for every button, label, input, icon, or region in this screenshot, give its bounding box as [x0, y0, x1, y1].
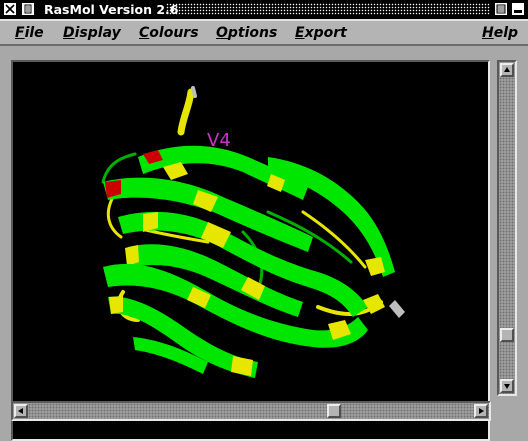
window-menu-icon[interactable]	[21, 2, 35, 16]
close-x-icon[interactable]	[3, 2, 17, 16]
menu-options[interactable]: Options	[216, 24, 277, 42]
menu-colours[interactable]: Colours	[139, 24, 199, 42]
horizontal-scrollbar[interactable]	[11, 401, 491, 421]
title-bar: RasMol Version 2.6	[0, 0, 528, 19]
arrow-up-icon[interactable]	[500, 63, 514, 77]
menu-help[interactable]: Help	[482, 24, 518, 42]
residue-label: V4	[207, 130, 231, 151]
menu-bar: File Display Colours Options Export Help	[0, 19, 528, 46]
arrow-left-icon[interactable]	[14, 404, 28, 418]
protein-ribbon-render: V4	[101, 86, 405, 378]
arrow-right-icon[interactable]	[474, 404, 488, 418]
menu-file[interactable]: File	[15, 24, 44, 42]
title-bar-pattern	[166, 3, 490, 15]
vertical-scrollbar[interactable]	[497, 60, 517, 396]
minimize-icon[interactable]	[511, 2, 525, 16]
arrow-down-icon[interactable]	[500, 379, 514, 393]
maximize-icon[interactable]	[494, 2, 508, 16]
vertical-scroll-thumb[interactable]	[500, 328, 514, 342]
molecule-viewport[interactable]: V4	[11, 60, 490, 441]
horizontal-scroll-thumb[interactable]	[327, 404, 341, 418]
window-title: RasMol Version 2.6	[44, 2, 179, 17]
menu-display[interactable]: Display	[63, 24, 121, 42]
menu-export[interactable]: Export	[295, 24, 347, 42]
